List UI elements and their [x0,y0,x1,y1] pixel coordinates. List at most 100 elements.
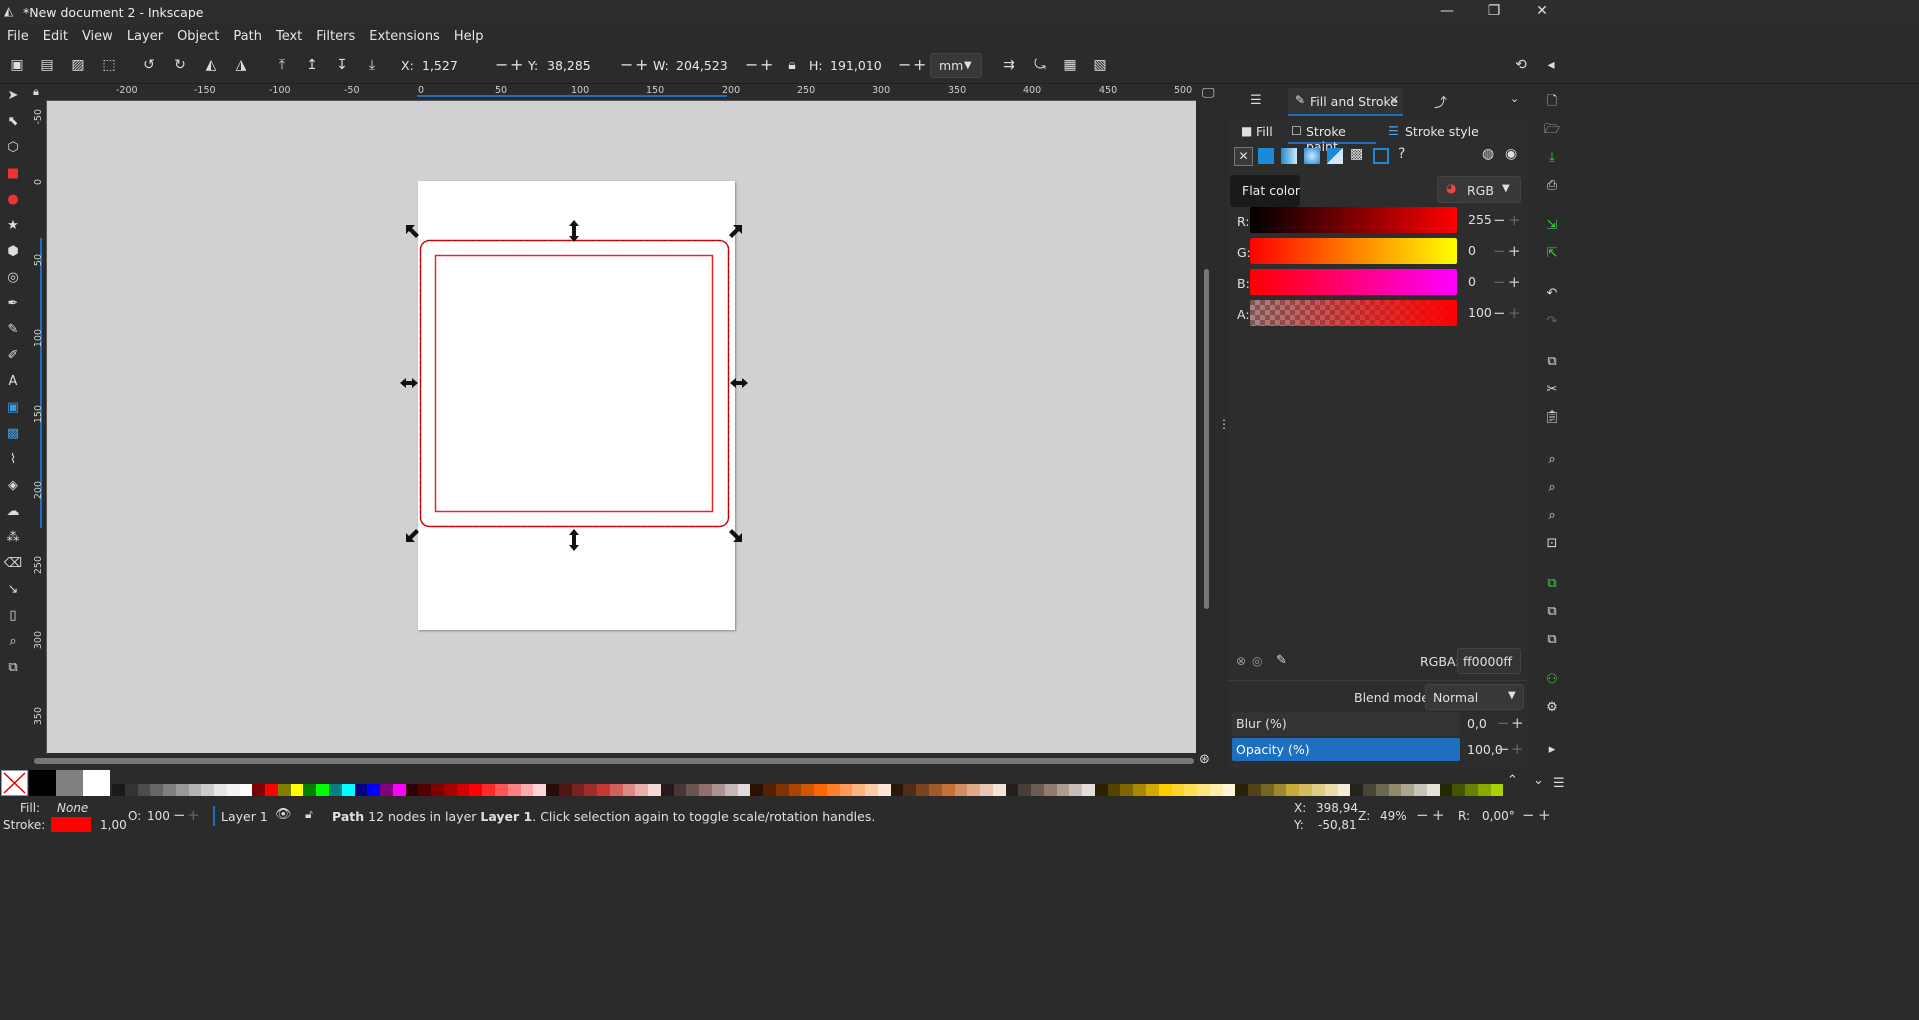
opacity-status-value[interactable]: 100 [147,809,170,823]
palette-swatch[interactable] [520,784,534,796]
undo-icon[interactable]: ↶ [1542,284,1562,304]
color-mode-select[interactable]: ◕ RGB ▼ [1437,176,1521,203]
palette-swatch[interactable] [1401,784,1415,796]
palette-swatch[interactable] [482,784,495,796]
channel-b-slider[interactable] [1250,269,1457,295]
palette-swatch[interactable] [1171,784,1185,796]
palette-swatch[interactable] [1146,784,1159,796]
zoom-page-icon[interactable]: ⌕ [1542,506,1562,526]
palette-swatch[interactable] [1197,784,1210,796]
subtab-stroke-paint[interactable]: ☐ Stroke paint [1288,122,1376,154]
palette-swatch[interactable] [290,784,304,796]
palette-swatch[interactable] [992,784,1006,796]
subtab-stroke-style[interactable]: Stroke style [1405,124,1479,139]
palette-swatch[interactable] [1414,784,1427,796]
palette-swatch[interactable] [354,784,368,796]
palette-swatch[interactable] [1439,784,1453,796]
channel-r-increment[interactable]: + [1508,211,1521,229]
palette-swatch[interactable] [1209,784,1223,796]
palette-swatch[interactable] [380,784,393,796]
palette-swatch[interactable] [839,784,853,796]
blur-value[interactable]: 0,0 [1467,716,1487,731]
palette-swatch[interactable] [507,784,521,796]
blur-slider[interactable]: Blur (%) [1232,712,1460,736]
palette-swatch[interactable] [584,784,598,796]
palette-swatch[interactable] [1465,784,1478,796]
palette-swatch[interactable] [558,784,572,796]
channel-g-increment[interactable]: + [1508,242,1521,260]
channel-a-slider[interactable] [1250,300,1457,326]
palette-swatch[interactable] [1094,784,1108,796]
palette-swatch[interactable] [1477,784,1491,796]
palette-swatch-strip[interactable] [112,784,1504,796]
palette-swatch-gray[interactable] [56,770,83,796]
palette-swatch[interactable] [788,784,802,796]
xml-editor-icon[interactable]: ⤴ [1434,92,1447,111]
palette-swatch[interactable] [265,784,278,796]
clone-icon[interactable]: ⧉ [1542,602,1562,622]
palette-swatch[interactable] [597,784,610,796]
palette-swatch[interactable] [1260,784,1274,796]
palette-swatch[interactable] [1286,784,1300,796]
palette-swatch[interactable] [673,784,687,796]
palette-swatch[interactable] [1388,784,1402,796]
palette-swatch[interactable] [648,784,661,796]
palette-swatch[interactable] [929,784,942,796]
palette-swatch[interactable] [609,784,623,796]
palette-swatch[interactable] [1133,784,1147,796]
swatch-icon[interactable] [1373,148,1389,164]
palette-swatch[interactable] [1120,784,1134,796]
redo-icon[interactable]: ↷ [1542,312,1562,332]
palette-swatch[interactable] [1018,784,1032,796]
palette-swatch[interactable] [124,784,138,796]
palette-swatch[interactable] [1222,784,1236,796]
layer-lock-icon[interactable]: 🔓︎ [305,807,313,822]
color-manage-icon[interactable]: ⊛ [1199,752,1210,767]
palette-swatch[interactable] [112,784,125,796]
palette-swatch[interactable] [1311,784,1325,796]
palette-swatch[interactable] [1184,784,1198,796]
palette-swatch[interactable] [660,784,674,796]
palette-swatch[interactable] [367,784,381,796]
palette-swatch[interactable] [316,784,330,796]
channel-b-decrement[interactable]: − [1493,273,1506,291]
display-mode-icon[interactable]: 🖵 [1202,86,1215,101]
zoom-center-icon[interactable]: ⊡ [1542,534,1562,554]
opacity-status-decrement[interactable]: − [173,806,186,824]
palette-swatch[interactable] [392,784,406,796]
palette-swatch[interactable] [699,784,712,796]
palette-swatch[interactable] [1299,784,1312,796]
opacity-slider[interactable]: Opacity (%) [1232,738,1460,761]
palette-swatch[interactable] [763,784,776,796]
palette-swatch[interactable] [1043,784,1057,796]
palette-swatch[interactable] [239,784,253,796]
channel-a-decrement[interactable]: − [1493,304,1506,322]
pattern-icon[interactable]: ▩ [1350,146,1363,162]
palette-swatch[interactable] [1158,784,1172,796]
no-paint-icon[interactable]: ✕ [1234,147,1253,166]
linear-gradient-icon[interactable] [1281,148,1297,164]
stroke-width-value[interactable]: 1,00 [100,818,127,832]
palette-swatch[interactable] [1056,784,1070,796]
channel-r-slider[interactable] [1250,207,1457,233]
blur-decrement[interactable]: − [1497,714,1510,732]
palette-swatch[interactable] [469,784,483,796]
stroke-color-swatch[interactable] [51,817,91,832]
vertical-scrollbar[interactable]: 🖵 ⋮ ⊛ [1196,84,1230,767]
close-tab-icon[interactable]: ✕ [1389,93,1399,107]
palette-swatch[interactable] [163,784,176,796]
zoom-in-button[interactable]: + [1432,806,1445,824]
tab-fill-and-stroke[interactable]: ✎ Fill and Stroke ✕ [1288,88,1403,116]
palette-swatch[interactable] [150,784,164,796]
palette-swatch[interactable] [431,784,444,796]
save-icon[interactable]: ⤓ [1542,148,1562,168]
palette-swatch[interactable] [405,784,419,796]
channel-r-decrement[interactable]: − [1493,211,1506,229]
subtab-fill[interactable]: Fill [1256,124,1273,139]
copy-icon[interactable]: ⧉ [1542,352,1562,372]
palette-swatch[interactable] [252,784,266,796]
palette-swatch[interactable] [546,784,559,796]
rgba-field[interactable]: ff0000ff [1457,648,1521,674]
dialog-menu-chevron-icon[interactable]: ⌄ [1510,92,1519,105]
flat-color-icon[interactable] [1258,148,1274,164]
